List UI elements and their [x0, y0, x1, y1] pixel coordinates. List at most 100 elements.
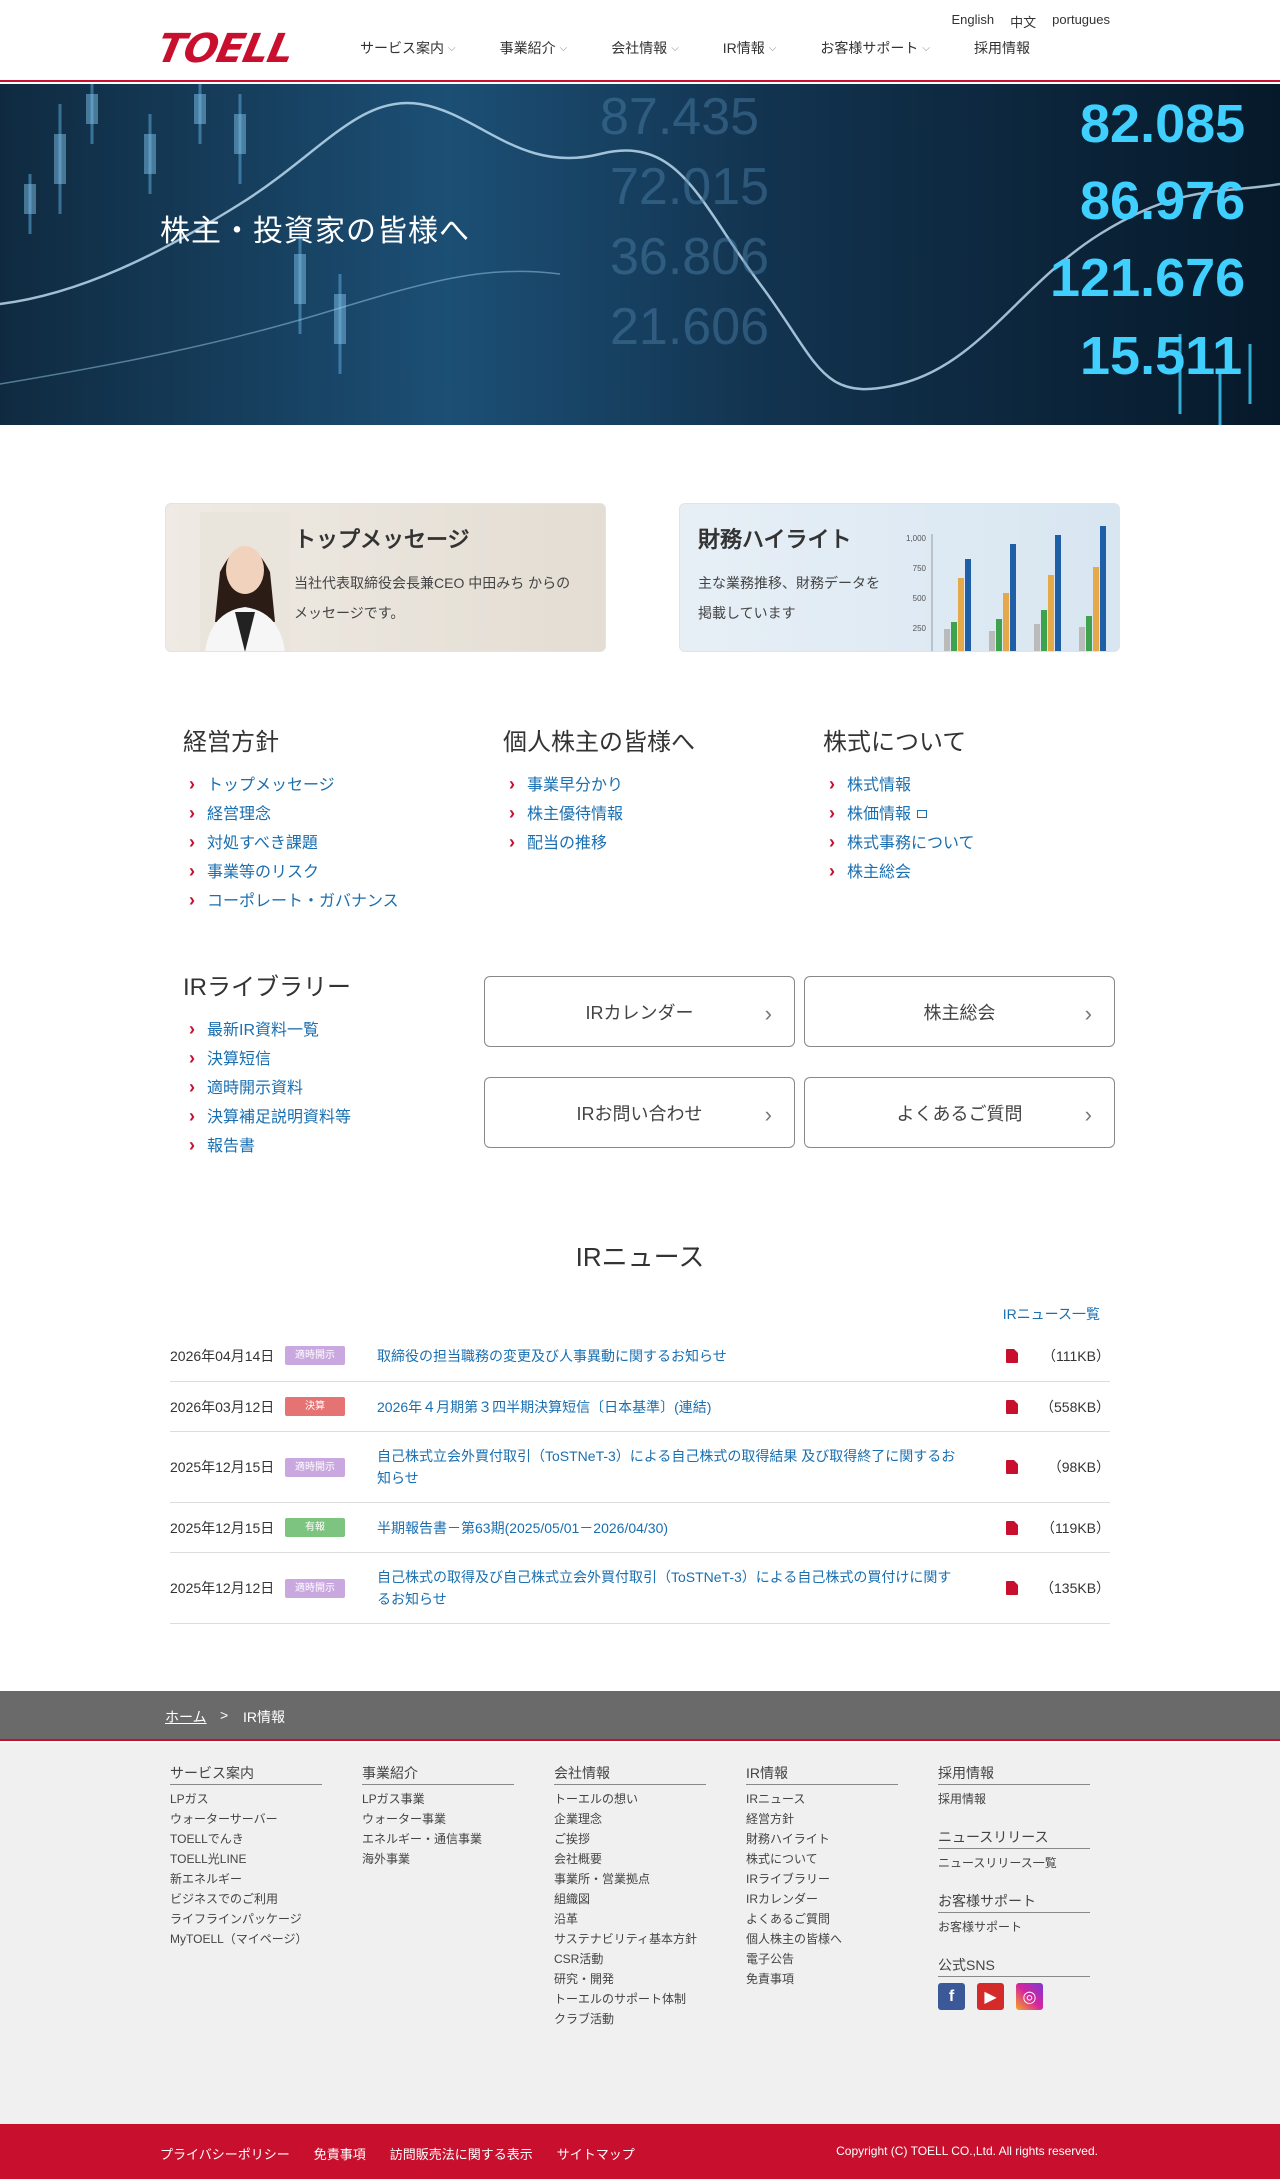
door-to-door-link[interactable]: 訪問販売法に関する表示: [390, 2144, 533, 2163]
footer-bottom-bar: プライバシーポリシー 免責事項 訪問販売法に関する表示 サイトマップ Copyr…: [0, 2124, 1280, 2179]
section-heading: 株式について: [823, 729, 967, 756]
footer-col-other: 採用情報 採用情報 ニュースリリース ニュースリリース一覧 お客様サポート お客…: [938, 1763, 1090, 2028]
news-link[interactable]: 自己株式立会外買付取引（ToSTNeT-3）による自己株式の取得結果 及び取得終…: [377, 1445, 1006, 1489]
link-general-meeting[interactable]: 株主総会: [823, 857, 975, 887]
section-heading: IRライブラリー: [183, 974, 351, 1001]
footer-col-business: 事業紹介 LPガス事業 ウォーター事業 エネルギー・通信事業 海外事業: [362, 1763, 514, 1869]
link-philosophy[interactable]: 経営理念: [183, 799, 399, 829]
nav-ir[interactable]: IR情報 ⌵: [723, 38, 777, 58]
category-badge: 適時開示: [285, 1346, 345, 1365]
footer-links: プライバシーポリシー 免責事項 訪問販売法に関する表示 サイトマップ: [160, 2144, 635, 2163]
svg-text:1,000: 1,000: [906, 534, 927, 543]
language-switcher: English 中文 portugues: [952, 12, 1110, 31]
news-item: 2026年03月12日 決算 2026年４月期第３四半期決算短信〔日本基準〕(連…: [170, 1382, 1110, 1432]
banner-title: 財務ハイライト: [698, 527, 852, 552]
pdf-icon: [1006, 1348, 1018, 1363]
footer-col-service: サービス案内 LPガス ウォーターサーバー TOELLでんき TOELL光LIN…: [170, 1763, 322, 1949]
chevron-down-icon: ⌵: [448, 42, 456, 54]
news-item: 2025年12月15日 適時開示 自己株式立会外買付取引（ToSTNeT-3）に…: [170, 1432, 1110, 1503]
link-earnings-report[interactable]: 決算短信: [183, 1044, 351, 1074]
svg-text:36.806: 36.806: [610, 228, 769, 286]
lang-chinese[interactable]: 中文: [1010, 12, 1036, 31]
stock-section: 株式について 株式情報 株価情報 株式事務について 株主総会: [823, 722, 975, 887]
ceo-portrait: [200, 512, 290, 651]
chevron-right-icon: ›: [1084, 1001, 1092, 1026]
chevron-down-icon: ⌵: [768, 42, 777, 54]
bar-chart-thumbnail: 1,000 750 500 250 0: [906, 526, 1106, 651]
policy-section: 経営方針 トップメッセージ 経営理念 対処すべき課題 事業等のリスク コーポレー…: [183, 722, 399, 916]
top-message-banner[interactable]: トップメッセージ 当社代表取締役会長兼CEO 中田みち からの メッセージです。: [165, 503, 606, 652]
section-heading: 個人株主の皆様へ: [503, 729, 695, 756]
news-link[interactable]: 2026年４月期第３四半期決算短信〔日本基準〕(連結): [377, 1396, 1006, 1418]
financial-highlight-banner[interactable]: 財務ハイライト 主な業務推移、財務データを 掲載しています 1,000 750 …: [679, 503, 1120, 652]
external-link-icon: [917, 810, 928, 818]
link-reports[interactable]: 報告書: [183, 1131, 351, 1161]
link-dividends[interactable]: 配当の推移: [503, 828, 695, 858]
svg-text:21.606: 21.606: [610, 298, 769, 356]
nav-support[interactable]: お客様サポート ⌵: [820, 38, 930, 58]
ir-contact-button[interactable]: IRお問い合わせ ›: [484, 1077, 795, 1148]
link-business-overview[interactable]: 事業早分かり: [503, 770, 695, 800]
chevron-down-icon: ⌵: [559, 42, 568, 54]
nav-business[interactable]: 事業紹介 ⌵: [500, 38, 568, 58]
chevron-down-icon: ⌵: [671, 42, 679, 54]
news-heading: IRニュース: [575, 1242, 705, 1272]
news-item: 2025年12月15日 有報 半期報告書－第63期(2025/05/01－202…: [170, 1503, 1110, 1553]
page-title: 株主・投資家の皆様へ: [160, 215, 470, 248]
ticker-value: 121.676: [1050, 248, 1245, 308]
pdf-icon: [1006, 1460, 1018, 1474]
footer-sitemap: サービス案内 LPガス ウォーターサーバー TOELLでんき TOELL光LIN…: [0, 1743, 1280, 2124]
banner-description: 当社代表取締役会長兼CEO 中田みち からの メッセージです。: [294, 575, 571, 621]
lang-portuguese[interactable]: portugues: [1052, 12, 1110, 31]
footer-col-ir: IR情報 IRニュース 経営方針 財務ハイライト 株式について IRライブラリー…: [746, 1763, 898, 1989]
svg-text:250: 250: [913, 624, 927, 633]
site-header: TOELL English 中文 portugues サービス案内 ⌵ 事業紹介 ⌵…: [0, 0, 1280, 82]
svg-text:750: 750: [913, 564, 927, 573]
nav-company[interactable]: 会社情報 ⌵: [611, 38, 679, 58]
link-shareholder-benefits[interactable]: 株主優待情報: [503, 799, 695, 829]
link-timely-disclosure[interactable]: 適時開示資料: [183, 1073, 351, 1103]
ticker-value: 15.511: [1080, 326, 1242, 386]
privacy-policy-link[interactable]: プライバシーポリシー: [160, 2144, 290, 2163]
link-governance[interactable]: コーポレート・ガバナンス: [183, 886, 399, 916]
link-supplementary[interactable]: 決算補足説明資料等: [183, 1102, 351, 1132]
link-stock-price[interactable]: 株価情報: [823, 799, 975, 829]
breadcrumb-home[interactable]: ホーム: [165, 1707, 207, 1727]
link-issues[interactable]: 対処すべき課題: [183, 828, 399, 858]
instagram-icon[interactable]: ◎: [1016, 1983, 1043, 2010]
link-latest-ir[interactable]: 最新IR資料一覧: [183, 1015, 351, 1045]
hero-banner: 87.435 72.015 36.806 21.606 82.085 86.976 1…: [0, 84, 1280, 425]
link-top-message[interactable]: トップメッセージ: [183, 770, 399, 800]
general-meeting-button[interactable]: 株主総会 ›: [804, 976, 1115, 1047]
svg-text:500: 500: [913, 594, 927, 603]
category-badge: 有報: [285, 1518, 345, 1537]
section-heading: 経営方針: [183, 729, 279, 756]
chevron-right-icon: ›: [1084, 1102, 1092, 1127]
pdf-icon: [1006, 1399, 1018, 1414]
sitemap-link[interactable]: サイトマップ: [557, 2144, 635, 2163]
youtube-icon[interactable]: ▶: [977, 1983, 1004, 2010]
news-link[interactable]: 自己株式の取得及び自己株式立会外買付取引（ToSTNeT-3）による自己株式の買…: [377, 1566, 1006, 1610]
individual-shareholders-section: 個人株主の皆様へ 事業早分かり 株主優待情報 配当の推移: [503, 722, 695, 858]
chevron-down-icon: ⌵: [922, 42, 930, 54]
chevron-right-icon: ›: [764, 1102, 772, 1127]
lang-english[interactable]: English: [952, 12, 995, 31]
faq-button[interactable]: よくあるご質問 ›: [804, 1077, 1115, 1148]
disclaimer-link[interactable]: 免責事項: [314, 2144, 366, 2163]
news-link[interactable]: 取締役の担当職務の変更及び人事異動に関するお知らせ: [377, 1345, 1006, 1367]
category-badge: 決算: [285, 1397, 345, 1416]
link-stock-info[interactable]: 株式情報: [823, 770, 975, 800]
link-stock-affairs[interactable]: 株式事務について: [823, 828, 975, 858]
stock-chart-background: 87.435 72.015 36.806 21.606 82.085 86.976 1…: [0, 84, 1280, 425]
news-item: 2025年12月12日 適時開示 自己株式の取得及び自己株式立会外買付取引（To…: [170, 1553, 1110, 1624]
nav-service[interactable]: サービス案内 ⌵: [360, 38, 456, 58]
nav-recruit[interactable]: 採用情報: [974, 38, 1030, 58]
ir-calendar-button[interactable]: IRカレンダー ›: [484, 976, 795, 1047]
facebook-icon[interactable]: f: [938, 1983, 965, 2010]
news-list-link[interactable]: IRニュース一覧: [1003, 1304, 1100, 1324]
news-link[interactable]: 半期報告書－第63期(2025/05/01－2026/04/30): [377, 1517, 1006, 1539]
category-badge: 適時開示: [285, 1457, 345, 1477]
banner-title: トップメッセージ: [294, 527, 470, 552]
link-risks[interactable]: 事業等のリスク: [183, 857, 399, 887]
toell-logo[interactable]: TOELL: [153, 26, 297, 72]
